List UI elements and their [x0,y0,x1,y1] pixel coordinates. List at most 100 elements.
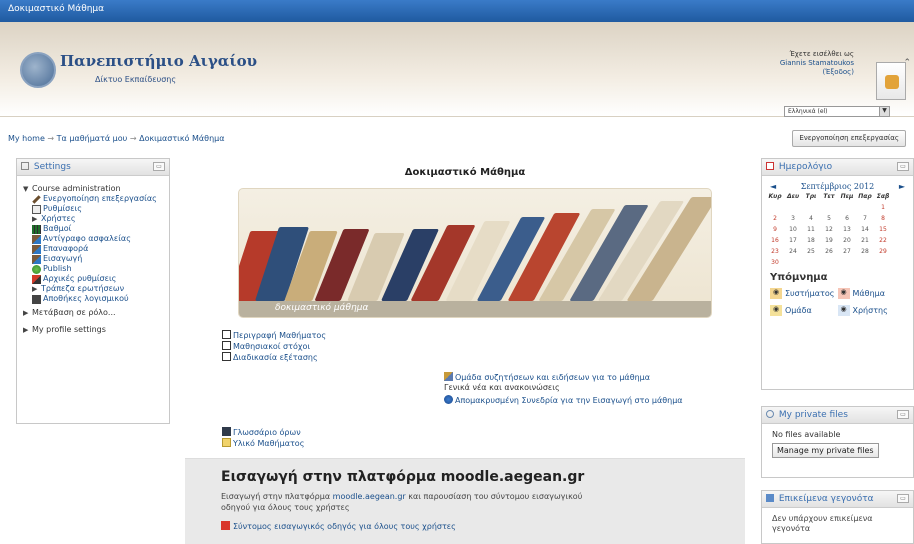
calendar-day[interactable]: 22 [874,237,892,244]
manage-private-files-button[interactable]: Manage my private files [772,443,879,458]
import-icon [32,255,41,264]
page-header: Πανεπιστήμιο Αιγαίου Δίκτυο Εκπαίδευσης … [0,22,914,117]
calendar-day[interactable]: 8 [874,215,892,222]
calendar-day[interactable]: 24 [784,248,802,255]
moodle-link[interactable]: moodle.aegean.gr [333,492,406,501]
calendar-day [820,259,838,266]
calendar-day[interactable]: 27 [838,248,856,255]
calendar-day[interactable]: 17 [784,237,802,244]
resource-list-left: Περιγραφή Μαθήματος Μαθησιακοί στόχοι Δι… [222,330,326,363]
private-files-title[interactable]: My private files [779,410,848,420]
calendar-grid: Κυρ Δευ Τρι Τετ Πεμ Παρ Σαβ 1 2 3 4 5 6 7 8 9 10 1… [762,193,913,266]
settings-item-label: Τράπεζα ερωτήσεων [41,284,125,293]
settings-item-repositories[interactable]: Αποθήκες λογισμικού [32,294,165,304]
turn-editing-on-button[interactable]: Ενεργοποίηση επεξεργασίας [792,130,906,147]
legend-row: ◉ Ομάδα ◉ Χρήστης [762,302,913,319]
calendar-day[interactable]: 7 [856,215,874,222]
tree-node-switch-role[interactable]: ▶ Μετάβαση σε ρόλο... [23,308,165,318]
remote-session-icon [444,395,453,404]
calendar-day[interactable]: 21 [856,237,874,244]
calendar-day[interactable]: 30 [766,259,784,266]
university-logo-icon[interactable] [20,52,56,88]
calendar-day[interactable]: 15 [874,226,892,233]
next-month-icon[interactable]: ► [899,182,905,191]
block-collapse-icon[interactable]: ▭ [153,162,165,171]
course-title: Δοκιμαστικό Μάθημα [404,167,526,178]
calendar-nav: ◄ Σεπτέμβριος 2012 ► [762,176,913,193]
breadcrumb-home[interactable]: My home [8,134,45,143]
calendar-day[interactable]: 13 [838,226,856,233]
block-collapse-icon[interactable]: ▭ [897,494,909,503]
legend-user[interactable]: ◉ Χρήστης [837,305,906,316]
breadcrumb-current-course[interactable]: Δοκιμαστικό Μάθημα [139,134,224,143]
glossary-item[interactable]: Γλωσσάριο όρων [222,427,304,438]
calendar-day[interactable]: 9 [766,226,784,233]
settings-item-restore[interactable]: Επαναφορά [32,244,165,254]
legend-course[interactable]: ◉ Μάθημα [837,288,906,299]
settings-item-publish[interactable]: Publish [32,264,165,274]
folder-link: Υλικό Μαθήματος [233,439,305,448]
legend-group[interactable]: ◉ Ομάδα [770,305,838,316]
upcoming-events-title[interactable]: Επικείμενα γεγονότα [779,494,874,504]
forum-link: Ομάδα συζητήσεων και ειδήσεων για το μάθ… [455,373,651,382]
calendar-day[interactable]: 10 [784,226,802,233]
calendar-day[interactable]: 2 [766,215,784,222]
settings-item-reset[interactable]: Αρχικές ρυθμίσεις [32,274,165,284]
calendar-day[interactable]: 20 [838,237,856,244]
site-name[interactable]: Πανεπιστήμιο Αιγαίου [60,52,257,70]
user-name-link[interactable]: Giannis Stamatoukos [734,59,854,68]
calendar-day[interactable]: 14 [856,226,874,233]
block-collapse-icon[interactable]: ▭ [897,162,909,171]
resource-list-lower: Γλωσσάριο όρων Υλικό Μαθήματος [222,427,304,449]
calendar-day[interactable]: 5 [820,215,838,222]
backup-icon [32,235,41,244]
settings-item-editing[interactable]: Ενεργοποίηση επεξεργασίας [32,194,165,204]
calendar-day[interactable]: 23 [766,248,784,255]
folder-item[interactable]: Υλικό Μαθήματος [222,438,304,449]
legend-label: Χρήστης [852,306,888,315]
settings-item-import[interactable]: Εισαγωγή [32,254,165,264]
calendar-day[interactable]: 28 [856,248,874,255]
calendar-day[interactable]: 18 [802,237,820,244]
calendar-day[interactable]: 11 [802,226,820,233]
prev-month-icon[interactable]: ◄ [770,182,776,191]
calendar-day [874,259,892,266]
calendar-day[interactable]: 4 [802,215,820,222]
calendar-title[interactable]: Ημερολόγιο [779,162,832,172]
breadcrumb-my-courses[interactable]: Τα μαθήματά μου [57,134,128,143]
calendar-day[interactable]: 12 [820,226,838,233]
calendar-day[interactable]: 16 [766,237,784,244]
calendar-day[interactable]: 25 [802,248,820,255]
user-picture-icon[interactable] [876,62,906,100]
calendar-day[interactable]: 26 [820,248,838,255]
resource-item[interactable]: Μαθησιακοί στόχοι [222,341,326,352]
settings-item-settings[interactable]: Ρυθμίσεις [32,204,165,214]
course-shortname[interactable]: Δοκιμαστικό Μάθημα [8,4,104,14]
calendar-day[interactable]: 3 [784,215,802,222]
settings-item-grades[interactable]: Βαθμοί [32,224,165,234]
guide-resource-item[interactable]: Σύντομος εισαγωγικός οδηγός για όλους το… [221,521,709,531]
calendar-month[interactable]: Σεπτέμβριος 2012 [801,182,875,191]
legend-system[interactable]: ◉ Συστήματος [770,288,838,299]
forum-item[interactable]: Ομάδα συζητήσεων και ειδήσεων για το μάθ… [444,372,684,383]
calendar-day[interactable]: 1 [874,204,892,211]
calendar-day[interactable]: 19 [820,237,838,244]
remote-session-item[interactable]: Απομακρυσμένη Συνεδρία για την Εισαγωγή … [444,395,684,406]
language-select[interactable]: Ελληνικά (el) ▼ [784,106,890,117]
tree-node-profile-settings[interactable]: ▶ My profile settings [23,325,165,335]
tree-node-course-admin[interactable]: ▼ Course administration [23,184,165,194]
settings-item-users[interactable]: ▶ Χρήστες [32,214,165,224]
site-subtitle: Δίκτυο Εκπαίδευσης [95,75,177,84]
block-collapse-icon[interactable]: ▭ [897,410,909,419]
calendar-day[interactable]: 6 [838,215,856,222]
settings-item-question-bank[interactable]: ▶ Τράπεζα ερωτήσεων [32,284,165,294]
expand-header-icon[interactable]: ⌃ [903,58,911,68]
language-value: Ελληνικά (el) [788,108,828,115]
resource-item[interactable]: Διαδικασία εξέτασης [222,352,326,363]
logout-link[interactable]: (Έξοδος) [734,68,854,77]
settings-title[interactable]: Settings [34,162,71,172]
resource-item[interactable]: Περιγραφή Μαθήματος [222,330,326,341]
calendar-day[interactable]: 29 [874,248,892,255]
settings-item-backup[interactable]: Αντίγραφο ασφαλείας [32,234,165,244]
breadcrumb-separator: → [47,134,55,143]
